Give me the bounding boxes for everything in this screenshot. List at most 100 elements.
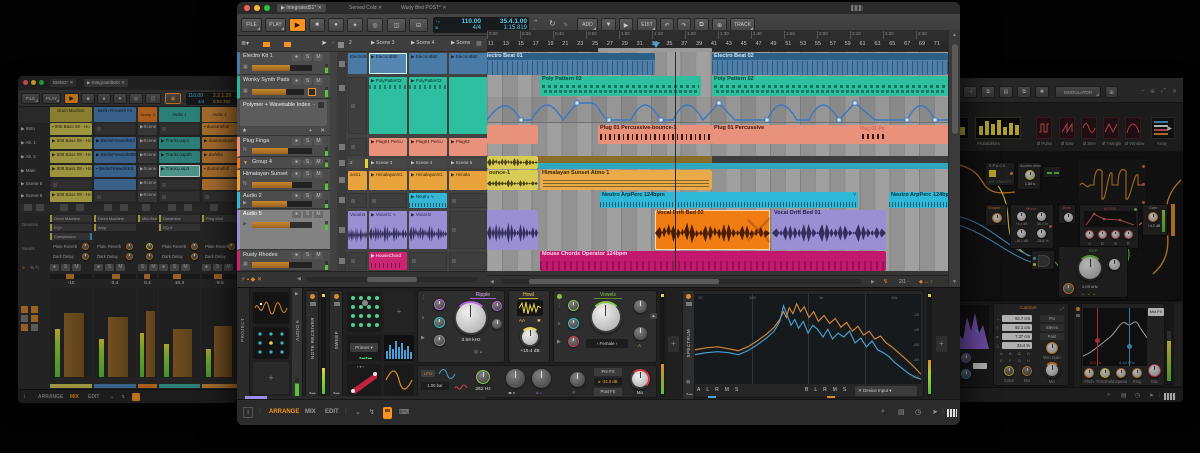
group-scene-cell[interactable]: ▶Scene 5 [138, 179, 157, 190]
view-arrange[interactable]: ARRANGE [38, 394, 63, 400]
mute-button[interactable]: M [314, 211, 323, 218]
track-list-icon[interactable]: ≣▾ [241, 40, 249, 47]
channel-header-berlin[interactable]: Berlin Firework Kit [94, 107, 136, 122]
layout-button[interactable]: ◫ [145, 93, 161, 104]
arr-clip-mouse-chords[interactable]: Mouse Chords Operator 124bpm [540, 251, 886, 271]
solo-button[interactable]: S [61, 264, 70, 271]
mute-button[interactable]: M [314, 193, 323, 199]
clip-cell[interactable]: ▶ BerlinFireworkKit [94, 137, 136, 149]
arr-clip-plug-partial[interactable] [487, 125, 538, 144]
mixer-value[interactable]: -10.2 dB [1011, 239, 1032, 243]
send-knob[interactable] [191, 253, 198, 260]
track-name[interactable]: Himalayan Sunset [243, 171, 288, 177]
svf-value[interactable]: 2.09 kHz [1071, 284, 1109, 289]
track-name[interactable]: Audio 5 [243, 211, 262, 217]
svf-drive-knob[interactable] [1063, 283, 1074, 294]
scene-label-scene5[interactable]: ▶ Scene 5 [21, 181, 42, 187]
ball-grid-tile[interactable] [347, 292, 381, 332]
threshold-knob[interactable] [1100, 368, 1110, 378]
mute-button[interactable]: M [224, 264, 233, 271]
send-dark-delay[interactable]: Dark Delay [97, 254, 118, 259]
device-panel-toggle[interactable] [383, 407, 392, 419]
link-icon[interactable]: ↯ [883, 278, 888, 285]
close-icon[interactable]: ✕ [320, 128, 325, 134]
arr-clip-poly-pattern[interactable]: Poly Pattern 02 [540, 76, 701, 96]
scene-label-intro[interactable]: ▶ Intro [21, 126, 35, 132]
vowel-selector[interactable]: ‹ Female › [586, 339, 628, 348]
cursor-icon[interactable]: ➤ [932, 408, 938, 416]
position-value[interactable]: 35.4.1.00 [483, 18, 527, 25]
track-device-tab[interactable]: ▶ AUDIO 5 [292, 288, 303, 400]
crossfade-handle[interactable] [748, 210, 770, 250]
mix-knob[interactable] [1044, 362, 1060, 378]
close-panel-icon[interactable]: ✕ [1172, 88, 1177, 95]
stop-clips-button[interactable] [168, 204, 176, 211]
gear-icon[interactable] [334, 294, 339, 299]
mix-knob[interactable] [630, 369, 650, 389]
groove-button[interactable]: ◎ [367, 18, 383, 32]
module-logic-gate[interactable] [1031, 250, 1055, 270]
launcher-clip[interactable]: ElectroBit0 [348, 53, 367, 74]
ripple-knob-small[interactable] [434, 299, 445, 310]
scene-label-alt2[interactable]: ▶ Alt. 2 [21, 154, 36, 160]
device-power-dot[interactable] [557, 294, 562, 299]
shaper-knob[interactable] [992, 213, 1002, 223]
empty-clip-slot[interactable] [348, 77, 367, 134]
send-plate-reverb[interactable]: Plate Reverb [53, 244, 77, 249]
play-button[interactable]: ▶ [64, 93, 79, 104]
play-icon[interactable]: ▶ [557, 339, 561, 345]
tab-integratedmix[interactable]: ▶ IntegratedMIX ✕ [84, 79, 128, 87]
volume-bar[interactable] [252, 262, 312, 268]
grid-canvas[interactable]: SPACE NO GRAVITY Acceleration 1.50 s Sha… [955, 152, 1183, 300]
palette-tile-array[interactable]: ▶ [1151, 117, 1175, 139]
module-svf[interactable]: SVF 2.09 kHz ⌄ ⌄ ⌄ [1058, 246, 1128, 298]
clip-cell[interactable]: ▶ 808 Bass 08 - Ho [50, 137, 92, 149]
palette-tile-probabilities[interactable] [975, 117, 1021, 139]
history-icon[interactable]: ◷ [915, 408, 921, 416]
acceleration-knob[interactable] [1025, 170, 1035, 180]
solo-button[interactable]: S [303, 171, 312, 178]
send-plate-reverb[interactable]: Plate Reverb [97, 244, 121, 249]
empty-clip-slot[interactable] [159, 179, 200, 190]
clip-cell[interactable]: ▪ duotonefull [202, 123, 237, 135]
view-edit[interactable]: EDIT [88, 394, 99, 400]
send-plate-reverb[interactable]: Plate Reverb [205, 244, 229, 249]
ripple-knob-small[interactable] [434, 335, 445, 346]
track-header-himalayan[interactable]: Himalayan Sunset ●SM N [237, 170, 330, 191]
cabinet-value-box[interactable]: 7.37 cm [1002, 333, 1032, 340]
spectral-device[interactable]: 103 Hz 4.18 kHz Mst FX Pitch Threshold S… [1073, 303, 1165, 386]
track-name[interactable]: Wonky Synth Pads [243, 77, 289, 83]
arr-clip-himalayan[interactable]: Himalayan Sunset Atmo 1 [540, 170, 712, 190]
stop-clip-button[interactable] [339, 160, 345, 166]
eq-freq-red[interactable]: 103 Hz [1089, 360, 1102, 365]
vowels-main-knob[interactable] [590, 301, 622, 333]
stop-clip-button[interactable] [339, 144, 345, 150]
scene-header-4[interactable]: ▶ Scene 4 [411, 40, 435, 46]
solo-button[interactable]: S [303, 211, 312, 218]
cabinet-value-box[interactable]: 92.7 cm [1002, 315, 1032, 322]
send-knob[interactable] [126, 243, 133, 250]
clip-cell[interactable] [94, 179, 136, 190]
stop-button[interactable]: ■ [309, 18, 325, 32]
big-knob[interactable] [506, 369, 525, 388]
save-icon[interactable]: ▪ ▾ ▪ [357, 364, 364, 369]
launcher-tool-icons[interactable]: ⚡ ▪ ◆ ✕ [241, 276, 262, 283]
zoom-controls[interactable]: ◆ ↔ ↕ [919, 279, 933, 285]
module-mixer[interactable]: Mixer +4.4 dB 58.0 % -10.2 dB -25.5 % [1010, 204, 1054, 249]
collapse-icon[interactable]: - [313, 102, 315, 108]
stop-clips-button[interactable] [184, 204, 192, 211]
instrument-panel[interactable]: Polymer + Wavetable Index - [240, 100, 327, 126]
close-icon[interactable]: ✕ [378, 5, 382, 11]
zoom-button[interactable] [264, 5, 270, 11]
fader-track[interactable] [159, 288, 200, 378]
ripple-knob-small[interactable] [492, 319, 502, 329]
launcher-view-button[interactable]: ▣ [165, 93, 181, 104]
expand-icon[interactable]: ⤢ [1060, 306, 1064, 311]
gain-knob[interactable] [1148, 212, 1158, 222]
device-name-vertical[interactable]: SPECTRUM [686, 329, 691, 357]
clip-cell[interactable]: ▶ duotonebass [202, 137, 237, 149]
folder-icon[interactable] [310, 302, 316, 306]
timeline-ruler[interactable]: 0:200:300:400:501:001:101:201:301:401:50… [487, 30, 948, 52]
track-tab-label[interactable]: AUDIO 5 [295, 320, 300, 341]
filter-icon[interactable]: ∧ [557, 321, 561, 327]
